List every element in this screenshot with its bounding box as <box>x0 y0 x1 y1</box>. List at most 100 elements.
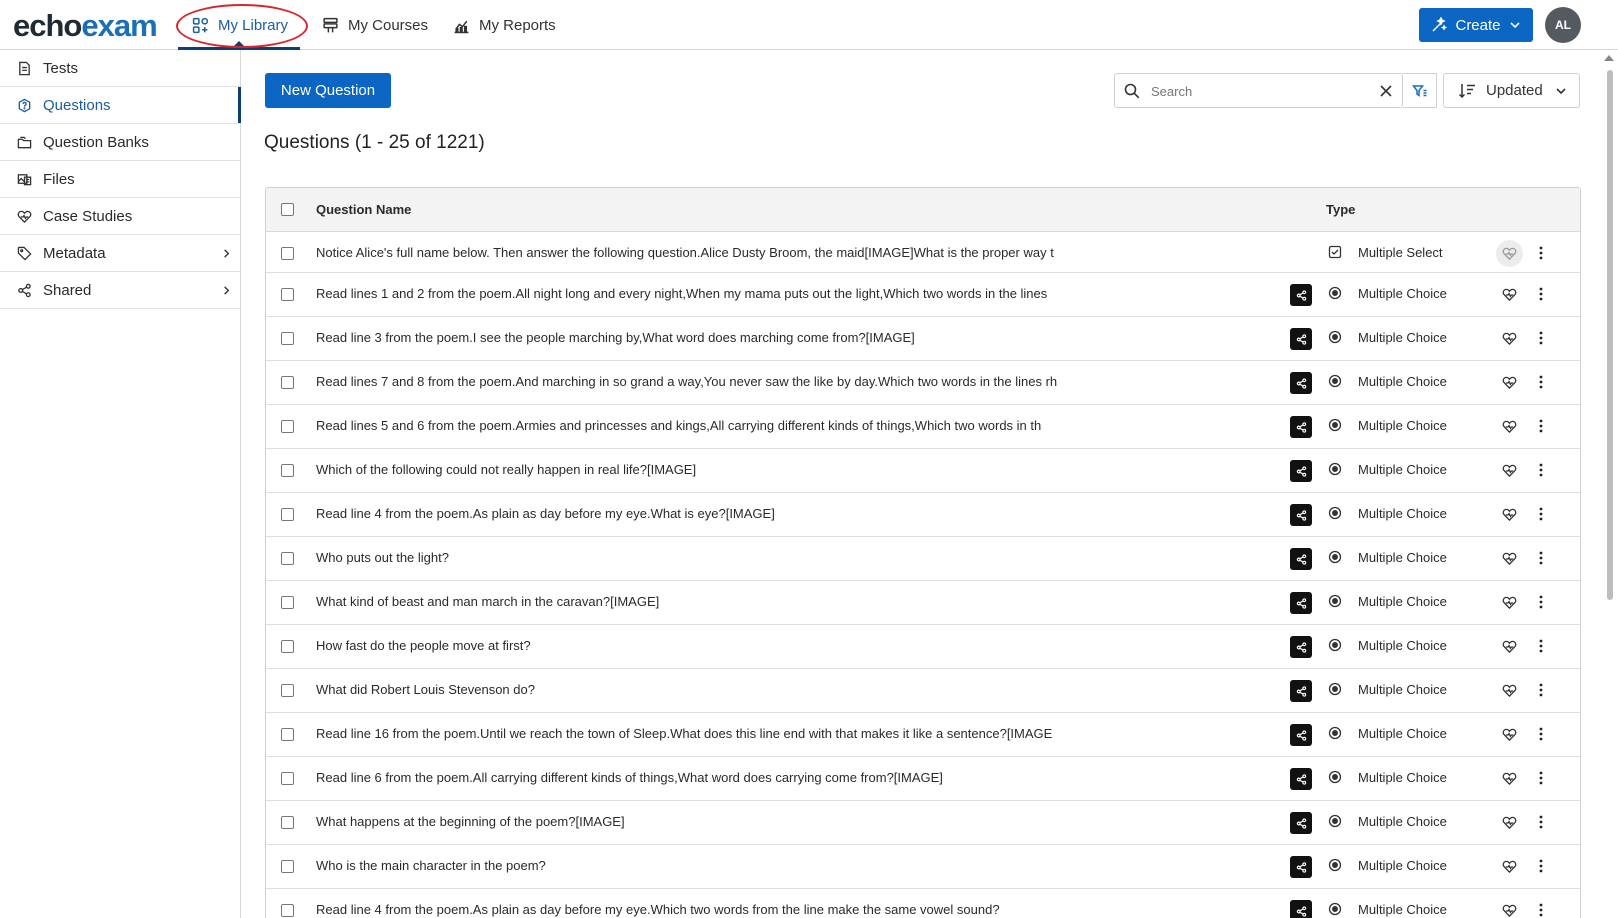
row-checkbox[interactable] <box>281 860 294 873</box>
select-all-checkbox[interactable] <box>281 203 294 216</box>
table-row[interactable]: Who is the main character in the poem? Mu… <box>266 845 1580 889</box>
create-button[interactable]: Create <box>1419 8 1533 42</box>
table-row[interactable]: Read line 4 from the poem.As plain as da… <box>266 889 1580 918</box>
row-checkbox[interactable] <box>281 904 294 917</box>
case-study-heart-icon[interactable] <box>1502 507 1517 522</box>
question-name[interactable]: What did Robert Louis Stevenson do? <box>316 682 1236 697</box>
case-study-heart-icon[interactable] <box>1502 595 1517 610</box>
echoexam-logo[interactable]: echoexam <box>13 6 158 46</box>
filter-button[interactable] <box>1403 73 1437 108</box>
shared-badge[interactable] <box>1290 328 1312 350</box>
question-name[interactable]: Read lines 7 and 8 from the poem.And mar… <box>316 374 1236 389</box>
table-row[interactable]: Read line 3 from the poem.I see the peop… <box>266 317 1580 361</box>
case-study-heart-icon[interactable] <box>1502 375 1517 390</box>
shared-badge[interactable] <box>1290 724 1312 746</box>
case-study-heart-icon[interactable] <box>1502 903 1517 918</box>
more-options-icon[interactable] <box>1534 770 1548 786</box>
table-row[interactable]: Read line 4 from the poem.As plain as da… <box>266 493 1580 537</box>
shared-badge[interactable] <box>1290 856 1312 878</box>
sidebar-item-metadata[interactable]: Metadata <box>0 235 240 272</box>
table-row[interactable]: Read line 16 from the poem.Until we reac… <box>266 713 1580 757</box>
question-name[interactable]: Read lines 1 and 2 from the poem.All nig… <box>316 286 1236 301</box>
more-options-icon[interactable] <box>1534 682 1548 698</box>
question-name[interactable]: What kind of beast and man march in the … <box>316 594 1236 609</box>
scroll-up-arrow[interactable] <box>1604 55 1614 61</box>
row-checkbox[interactable] <box>281 596 294 609</box>
table-row[interactable]: What happens at the beginning of the poe… <box>266 801 1580 845</box>
question-name[interactable]: Read line 16 from the poem.Until we reac… <box>316 726 1236 741</box>
shared-badge[interactable] <box>1290 548 1312 570</box>
case-study-heart-icon[interactable] <box>1502 771 1517 786</box>
more-options-icon[interactable] <box>1534 245 1548 261</box>
row-checkbox[interactable] <box>281 464 294 477</box>
shared-badge[interactable] <box>1290 504 1312 526</box>
case-study-heart-icon[interactable] <box>1502 727 1517 742</box>
row-checkbox[interactable] <box>281 684 294 697</box>
more-options-icon[interactable] <box>1534 550 1548 566</box>
shared-badge[interactable] <box>1290 416 1312 438</box>
question-name[interactable]: Read line 6 from the poem.All carrying d… <box>316 770 1236 785</box>
table-row[interactable]: Read lines 7 and 8 from the poem.And mar… <box>266 361 1580 405</box>
shared-badge[interactable] <box>1290 372 1312 394</box>
question-name[interactable]: How fast do the people move at first? <box>316 638 1236 653</box>
shared-badge[interactable] <box>1290 680 1312 702</box>
table-row[interactable]: How fast do the people move at first? Mul… <box>266 625 1580 669</box>
case-study-heart-icon[interactable] <box>1502 815 1517 830</box>
row-checkbox[interactable] <box>281 552 294 565</box>
question-name[interactable]: Which of the following could not really … <box>316 462 1236 477</box>
row-checkbox[interactable] <box>281 247 294 260</box>
shared-badge[interactable] <box>1290 284 1312 306</box>
new-question-button[interactable]: New Question <box>265 73 391 108</box>
row-checkbox[interactable] <box>281 376 294 389</box>
case-study-heart-icon[interactable] <box>1502 246 1517 261</box>
question-name[interactable]: Read lines 5 and 6 from the poem.Armies … <box>316 418 1236 433</box>
case-study-heart-icon[interactable] <box>1502 683 1517 698</box>
row-checkbox[interactable] <box>281 816 294 829</box>
case-study-heart-icon[interactable] <box>1502 859 1517 874</box>
shared-badge[interactable] <box>1290 636 1312 658</box>
row-checkbox[interactable] <box>281 640 294 653</box>
shared-badge[interactable] <box>1290 460 1312 482</box>
row-checkbox[interactable] <box>281 772 294 785</box>
case-study-heart-icon[interactable] <box>1502 287 1517 302</box>
nav-my-reports[interactable]: My Reports <box>453 0 556 50</box>
case-study-heart-icon[interactable] <box>1502 551 1517 566</box>
sidebar-item-questions[interactable]: Questions <box>0 87 241 124</box>
case-study-heart-icon[interactable] <box>1502 419 1517 434</box>
row-checkbox[interactable] <box>281 508 294 521</box>
more-options-icon[interactable] <box>1534 286 1548 302</box>
shared-badge[interactable] <box>1290 592 1312 614</box>
table-row[interactable]: Read line 6 from the poem.All carrying d… <box>266 757 1580 801</box>
more-options-icon[interactable] <box>1534 594 1548 610</box>
close-icon[interactable] <box>1379 84 1393 98</box>
column-header-type[interactable]: Type <box>1326 202 1355 217</box>
row-checkbox[interactable] <box>281 420 294 433</box>
more-options-icon[interactable] <box>1534 638 1548 654</box>
question-name[interactable]: Read line 4 from the poem.As plain as da… <box>316 902 1236 917</box>
more-options-icon[interactable] <box>1534 726 1548 742</box>
table-row[interactable]: What did Robert Louis Stevenson do? Multi… <box>266 669 1580 713</box>
more-options-icon[interactable] <box>1534 330 1548 346</box>
shared-badge[interactable] <box>1290 812 1312 834</box>
question-name[interactable]: Read line 4 from the poem.As plain as da… <box>316 506 1236 521</box>
table-row[interactable]: Notice Alice's full name below. Then ans… <box>266 232 1580 273</box>
question-name[interactable]: Notice Alice's full name below. Then ans… <box>316 245 1236 260</box>
more-options-icon[interactable] <box>1534 418 1548 434</box>
shared-badge[interactable] <box>1290 900 1312 918</box>
sidebar-item-question-banks[interactable]: Question Banks <box>0 124 240 161</box>
more-options-icon[interactable] <box>1534 858 1548 874</box>
table-row[interactable]: Which of the following could not really … <box>266 449 1580 493</box>
table-row[interactable]: What kind of beast and man march in the … <box>266 581 1580 625</box>
nav-my-courses[interactable]: My Courses <box>322 0 428 50</box>
more-options-icon[interactable] <box>1534 462 1548 478</box>
table-row[interactable]: Read lines 5 and 6 from the poem.Armies … <box>266 405 1580 449</box>
sidebar-item-case-studies[interactable]: Case Studies <box>0 198 240 235</box>
sidebar-item-tests[interactable]: Tests <box>0 50 240 87</box>
case-study-heart-icon[interactable] <box>1502 463 1517 478</box>
search-input[interactable] <box>1151 80 1351 102</box>
more-options-icon[interactable] <box>1534 814 1548 830</box>
question-name[interactable]: What happens at the beginning of the poe… <box>316 814 1236 829</box>
sidebar-item-files[interactable]: Files <box>0 161 240 198</box>
case-study-heart-icon[interactable] <box>1502 331 1517 346</box>
more-options-icon[interactable] <box>1534 374 1548 390</box>
